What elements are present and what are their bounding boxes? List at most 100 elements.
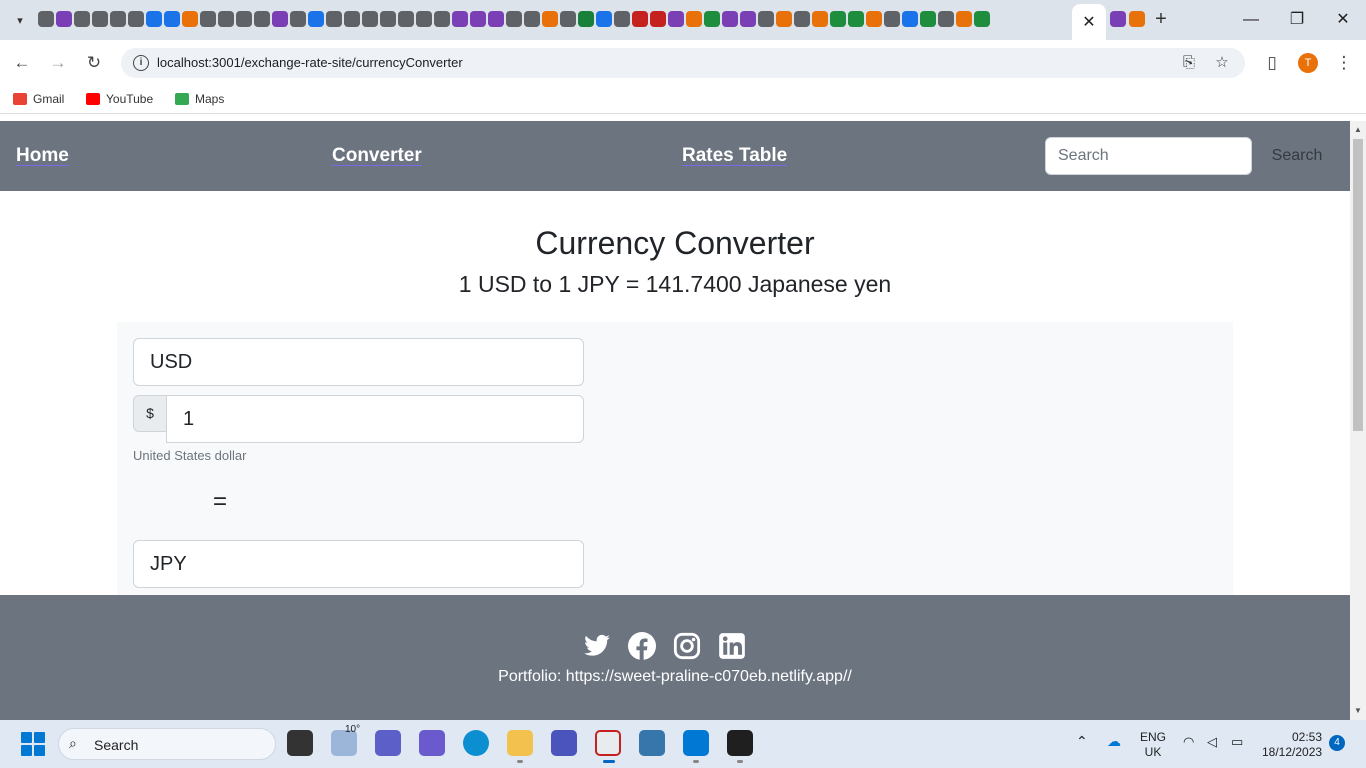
tab-favicon[interactable] (272, 11, 288, 27)
nav-rates-table-link[interactable]: Rates Table (682, 145, 787, 167)
bookmark-youtube[interactable]: YouTube (86, 92, 153, 106)
tab-favicon[interactable] (1110, 11, 1126, 27)
tab-favicon[interactable] (722, 11, 738, 27)
new-tab-plus-icon[interactable]: + (1150, 8, 1172, 30)
tab-favicon[interactable] (380, 11, 396, 27)
active-tab-close-icon[interactable]: ✕ (1072, 4, 1106, 40)
tab-favicon[interactable] (902, 11, 918, 27)
tab-favicon[interactable] (650, 11, 666, 27)
linkedin-icon[interactable] (718, 632, 746, 660)
tab-favicon[interactable] (236, 11, 252, 27)
tab-favicon[interactable] (470, 11, 486, 27)
tab-favicon[interactable] (92, 11, 108, 27)
window-close-icon[interactable]: ✕ (1329, 8, 1357, 32)
minimize-icon[interactable]: — (1237, 8, 1265, 32)
taskbar-search-box[interactable]: ⌕ Search (58, 728, 276, 760)
twitter-icon[interactable] (583, 632, 611, 660)
tab-favicon[interactable] (524, 11, 540, 27)
tab-favicon[interactable] (344, 11, 360, 27)
tab-favicon[interactable] (398, 11, 414, 27)
side-panel-icon[interactable]: ▯ (1261, 52, 1283, 74)
page-scrollbar[interactable]: ▲ ▼ (1350, 121, 1366, 720)
scrollbar-thumb[interactable] (1353, 139, 1363, 431)
from-currency-select[interactable]: USD (133, 338, 584, 386)
weather-widget-icon[interactable]: 10° (331, 724, 360, 756)
nav-converter-link[interactable]: Converter (332, 145, 422, 167)
facebook-icon[interactable] (628, 632, 656, 660)
tab-favicon[interactable] (632, 11, 648, 27)
tab-favicon[interactable] (488, 11, 504, 27)
tab-favicon[interactable] (128, 11, 144, 27)
restore-icon[interactable]: ❐ (1283, 8, 1311, 32)
tab-favicon[interactable] (38, 11, 54, 27)
tab-favicon[interactable] (200, 11, 216, 27)
tab-favicon[interactable] (686, 11, 702, 27)
teams-icon[interactable] (551, 730, 577, 756)
tab-favicon[interactable] (452, 11, 468, 27)
tab-favicon[interactable] (596, 11, 612, 27)
tab-search-chevron-icon[interactable]: ▾ (9, 9, 31, 31)
tab-favicon[interactable] (848, 11, 864, 27)
tray-overflow-chevron-icon[interactable]: ⌃ (1076, 734, 1088, 749)
tab-favicon[interactable] (740, 11, 756, 27)
tab-favicon[interactable] (56, 11, 72, 27)
tab-favicon[interactable] (362, 11, 378, 27)
portfolio-link[interactable]: Portfolio: https://sweet-praline-c070eb.… (0, 668, 1350, 686)
tab-favicon[interactable] (956, 11, 972, 27)
tab-favicon[interactable] (326, 11, 342, 27)
chrome-icon[interactable] (595, 730, 621, 756)
copilot-icon[interactable] (419, 730, 445, 756)
vscode-icon[interactable] (683, 730, 709, 756)
tab-favicon[interactable] (974, 11, 990, 27)
clock[interactable]: 02:53 18/12/2023 (1262, 730, 1322, 760)
tab-favicon[interactable] (938, 11, 954, 27)
site-info-icon[interactable]: i (133, 55, 149, 71)
tab-favicon[interactable] (146, 11, 162, 27)
tab-favicon[interactable] (416, 11, 432, 27)
tab-favicon[interactable] (290, 11, 306, 27)
chat-icon[interactable] (375, 730, 401, 756)
python-icon[interactable] (639, 730, 665, 756)
notification-badge[interactable]: 4 (1329, 735, 1345, 751)
tab-favicon[interactable] (614, 11, 630, 27)
tab-favicon[interactable] (254, 11, 270, 27)
back-arrow-icon[interactable]: ← (11, 52, 33, 74)
tab-favicon[interactable] (1129, 11, 1145, 27)
instagram-icon[interactable] (673, 632, 701, 660)
tab-favicon[interactable] (812, 11, 828, 27)
tab-favicon[interactable] (542, 11, 558, 27)
forward-arrow-icon[interactable]: → (47, 52, 69, 74)
profile-avatar[interactable]: T (1298, 53, 1318, 73)
onedrive-icon[interactable]: ☁ (1107, 734, 1121, 749)
tab-favicon[interactable] (920, 11, 936, 27)
scroll-down-arrow-icon[interactable]: ▼ (1354, 706, 1362, 715)
search-input[interactable] (1045, 137, 1252, 175)
nav-home-link[interactable]: Home (16, 145, 69, 167)
tab-favicon[interactable] (884, 11, 900, 27)
tab-favicon[interactable] (776, 11, 792, 27)
windows-start-icon[interactable] (21, 732, 45, 756)
tab-favicon[interactable] (164, 11, 180, 27)
wifi-icon[interactable]: ◠ (1183, 734, 1194, 749)
task-view-icon[interactable] (287, 730, 313, 756)
tab-favicon[interactable] (704, 11, 720, 27)
scroll-up-arrow-icon[interactable]: ▲ (1354, 125, 1362, 134)
amount-input[interactable]: 1 (166, 395, 584, 443)
tab-favicon[interactable] (578, 11, 594, 27)
language-indicator[interactable]: ENG UK (1140, 730, 1166, 760)
install-app-icon[interactable]: ⎘ (1179, 53, 1199, 73)
bookmark-maps[interactable]: Maps (175, 92, 224, 106)
battery-icon[interactable]: ▭ (1231, 734, 1243, 749)
bookmark-gmail[interactable]: Gmail (13, 92, 64, 106)
volume-icon[interactable]: ◁ (1207, 734, 1217, 749)
tab-favicon[interactable] (74, 11, 90, 27)
tab-favicon[interactable] (560, 11, 576, 27)
tab-favicon[interactable] (758, 11, 774, 27)
address-bar[interactable]: i localhost:3001/exchange-rate-site/curr… (121, 48, 1245, 78)
to-currency-select[interactable]: JPY (133, 540, 584, 588)
tab-favicon[interactable] (218, 11, 234, 27)
edge-icon[interactable] (463, 730, 489, 756)
tab-favicon[interactable] (434, 11, 450, 27)
tab-favicon[interactable] (506, 11, 522, 27)
tab-favicon[interactable] (794, 11, 810, 27)
